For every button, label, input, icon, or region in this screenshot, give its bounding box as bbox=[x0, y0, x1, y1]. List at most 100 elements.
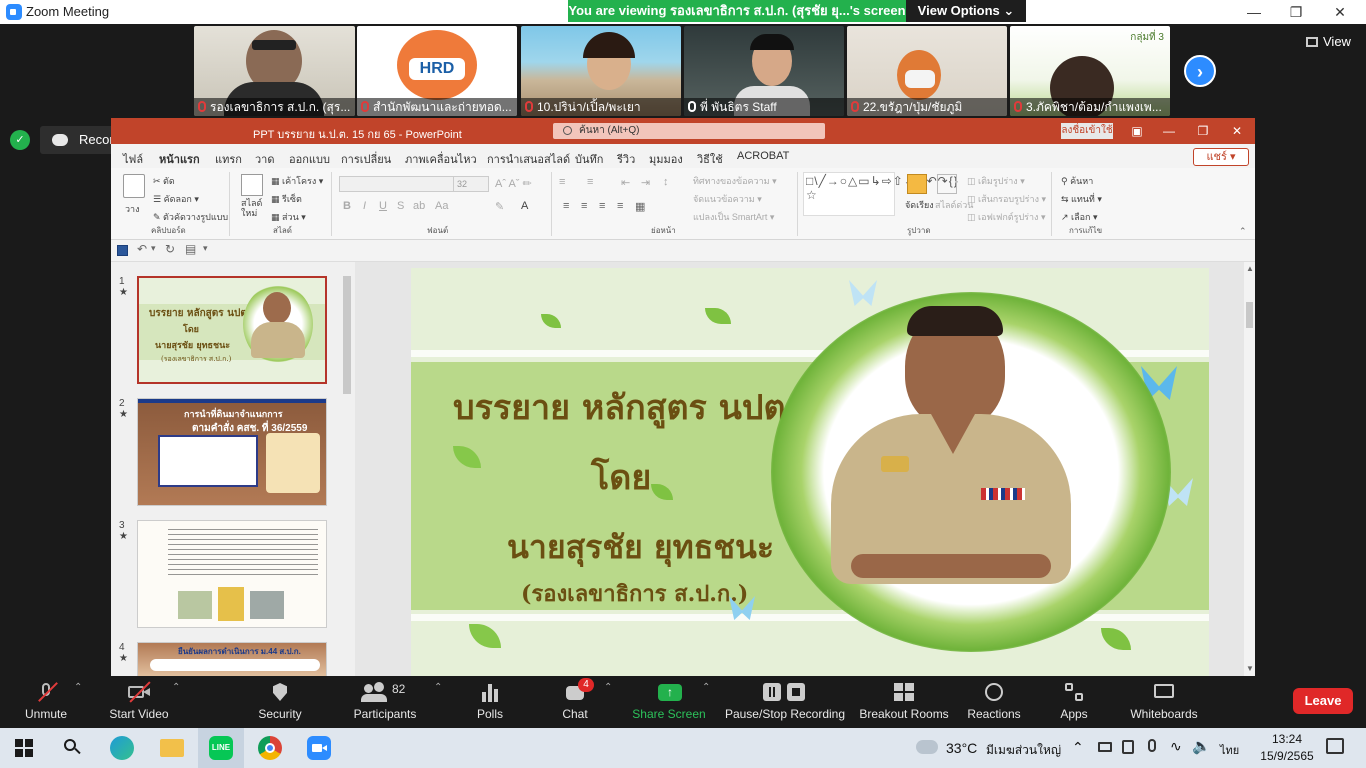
tab-transitions[interactable]: การเปลี่ยน bbox=[341, 150, 391, 168]
font-color-icon[interactable]: A bbox=[521, 200, 528, 212]
grow-font-icon[interactable]: Aˆ Aˇ ✏ bbox=[495, 177, 532, 190]
current-slide[interactable]: บรรยาย หลักสูตร นปต. โดย นายสุรชัย ยุทธช… bbox=[411, 268, 1209, 676]
participant-video-tile[interactable]: พี่ พันธิตร Staff bbox=[684, 26, 844, 116]
format-painter-button[interactable]: ✎ ตัวคัดวางรูปแบบ bbox=[153, 210, 228, 224]
tab-help[interactable]: วิธีใช้ bbox=[697, 150, 723, 168]
arrange-label[interactable]: จัดเรียง bbox=[905, 198, 934, 212]
layout-button[interactable]: ▦ เค้าโครง ▾ bbox=[271, 174, 323, 188]
share-screen-button[interactable]: ↑ Share Screen bbox=[632, 682, 706, 721]
decrease-indent-icon[interactable]: ⇤ bbox=[621, 176, 630, 189]
tab-review[interactable]: รีวิว bbox=[617, 150, 635, 168]
shapes-gallery[interactable]: □\╱→○△▭↳⇨⇧⇩♡↶↷{}☆ bbox=[803, 172, 958, 216]
slide-title-line3[interactable]: นายสุรชัย ยุทธชนะ bbox=[507, 522, 774, 573]
scrollbar-thumb[interactable] bbox=[343, 276, 351, 394]
ppt-minimize-button[interactable]: — bbox=[1155, 122, 1183, 140]
weather-text[interactable]: มีเมฆส่วนใหญ่ bbox=[986, 741, 1061, 760]
ppt-signin-button[interactable]: ลงชื่อเข้าใช้ bbox=[1061, 123, 1113, 139]
tab-insert[interactable]: แทรก bbox=[215, 150, 242, 168]
share-options-caret[interactable]: ⌃ bbox=[702, 682, 710, 693]
view-button[interactable]: View bbox=[1306, 34, 1351, 49]
leave-button[interactable]: Leave bbox=[1293, 688, 1353, 714]
slides-panel-scrollbar[interactable] bbox=[341, 264, 353, 676]
participants-options-caret[interactable]: ⌃ bbox=[434, 682, 442, 693]
tab-file[interactable]: ไฟล์ bbox=[123, 150, 143, 168]
ppt-search-box[interactable]: ค้นหา (Alt+Q) bbox=[553, 123, 825, 139]
collapse-ribbon-icon[interactable]: ⌃ bbox=[1239, 226, 1247, 237]
security-button[interactable]: Security bbox=[254, 682, 306, 721]
find-button[interactable]: ⚲ ค้นหา bbox=[1061, 174, 1093, 188]
slide-title-line2[interactable]: โดย bbox=[591, 450, 651, 504]
customize-qat-icon[interactable]: ▾ bbox=[203, 243, 208, 254]
temperature[interactable]: 33°C bbox=[946, 740, 977, 756]
align-right-icon[interactable]: ≡ bbox=[599, 200, 605, 212]
slide-thumbnail-4[interactable]: ยืนยันผลการดำเนินการ ม.44 ส.ป.ก. bbox=[137, 642, 327, 676]
view-options-button[interactable]: View Options ⌄ bbox=[906, 0, 1026, 22]
paste-icon[interactable] bbox=[123, 174, 145, 198]
save-icon[interactable] bbox=[117, 245, 128, 256]
tab-acrobat[interactable]: ACROBAT bbox=[737, 150, 789, 162]
redo-icon[interactable]: ↻ bbox=[165, 242, 175, 256]
close-button[interactable]: ✕ bbox=[1326, 2, 1354, 22]
participant-video-tile[interactable]: 22.ขรัฎา/ปุ่ม/ชัยภูมิ bbox=[847, 26, 1007, 116]
paste-label[interactable]: วาง bbox=[125, 202, 140, 216]
tab-record[interactable]: บันทึก bbox=[575, 150, 603, 168]
underline-button[interactable]: U bbox=[379, 200, 387, 212]
reactions-button[interactable]: Reactions bbox=[966, 682, 1022, 721]
columns-icon[interactable]: ▦ bbox=[635, 200, 645, 213]
audio-options-caret[interactable]: ⌃ bbox=[74, 682, 82, 693]
italic-button[interactable]: I bbox=[363, 200, 366, 212]
tray-expand-icon[interactable]: ⌃ bbox=[1072, 739, 1084, 756]
quick-styles-icon[interactable] bbox=[937, 174, 957, 194]
video-options-caret[interactable]: ⌃ bbox=[172, 682, 180, 693]
shape-fill-button[interactable]: ◫ เติมรูปร่าง ▾ bbox=[967, 174, 1025, 188]
text-direction-button[interactable]: ทิศทางของข้อความ ▾ bbox=[693, 174, 777, 188]
shape-effects-button[interactable]: ◫ เอฟเฟกต์รูปร่าง ▾ bbox=[967, 210, 1045, 224]
tab-slideshow[interactable]: การนำเสนอสไลด์ bbox=[487, 150, 570, 168]
cut-button[interactable]: ✂ ตัด bbox=[153, 174, 175, 188]
convert-smartart-button[interactable]: แปลงเป็น SmartArt ▾ bbox=[693, 210, 774, 224]
reset-button[interactable]: ▦ รีเซ็ต bbox=[271, 192, 302, 206]
wifi-icon[interactable]: ∿ bbox=[1170, 738, 1182, 755]
editor-scrollbar[interactable]: ▲ ▼ bbox=[1244, 262, 1255, 676]
slide-thumbnail-3[interactable] bbox=[137, 520, 327, 628]
encryption-shield-icon[interactable]: ✓ bbox=[10, 130, 30, 150]
slide-title-line4[interactable]: (รองเลขาธิการ ส.ป.ก.) bbox=[521, 576, 748, 611]
replace-button[interactable]: ⇆ แทนที่ ▾ bbox=[1061, 192, 1102, 206]
scroll-down-icon[interactable]: ▼ bbox=[1246, 664, 1254, 673]
strikethrough-button[interactable]: S bbox=[397, 200, 404, 212]
volume-icon[interactable]: 🔈 bbox=[1192, 737, 1211, 755]
align-left-icon[interactable]: ≡ bbox=[563, 200, 569, 212]
pause-stop-recording-button[interactable]: Pause/Stop Recording bbox=[724, 682, 846, 721]
microphone-icon[interactable] bbox=[1148, 739, 1156, 752]
change-case-icon[interactable]: Aa bbox=[435, 200, 448, 212]
apps-button[interactable]: Apps bbox=[1056, 682, 1092, 721]
participant-video-tile[interactable]: กลุ่มที่ 3 3.ภัคพิชา/ต้อม/กำแพงเพ... bbox=[1010, 26, 1170, 116]
line-spacing-icon[interactable]: ↕ bbox=[663, 176, 669, 188]
bold-button[interactable]: B bbox=[343, 200, 351, 212]
polls-button[interactable]: Polls bbox=[472, 682, 508, 721]
shape-outline-button[interactable]: ◫ เส้นกรอบรูปร่าง ▾ bbox=[967, 192, 1046, 206]
char-spacing-icon[interactable]: ab bbox=[413, 200, 425, 212]
ppt-restore-button[interactable]: ❐ bbox=[1189, 122, 1217, 140]
highlight-icon[interactable]: ✎ bbox=[495, 200, 504, 213]
scrollbar-thumb[interactable] bbox=[1246, 302, 1253, 328]
slide-title-line1[interactable]: บรรยาย หลักสูตร นปต. bbox=[453, 380, 797, 434]
increase-indent-icon[interactable]: ⇥ bbox=[641, 176, 650, 189]
undo-icon[interactable]: ↶ bbox=[137, 242, 147, 256]
start-video-button[interactable]: Start Video bbox=[104, 681, 174, 721]
slide-thumbnail-1[interactable]: บรรยาย หลักสูตร นปต. โดย นายสุรชัย ยุทธช… bbox=[137, 276, 327, 384]
minimize-button[interactable]: — bbox=[1240, 2, 1268, 22]
slide-thumbnail-2[interactable]: การนำที่ดินมาจำแนกการ ตามคำสั่ง คสช. ที่… bbox=[137, 398, 327, 506]
maximize-button[interactable]: ❐ bbox=[1282, 2, 1310, 22]
device-icon[interactable] bbox=[1122, 740, 1134, 754]
ribbon-display-icon[interactable]: ▣ bbox=[1123, 122, 1151, 140]
font-size-dropdown[interactable]: 32 bbox=[453, 176, 489, 192]
battery-icon[interactable] bbox=[1098, 742, 1112, 752]
language-indicator[interactable]: ไทย bbox=[1220, 741, 1239, 759]
copy-button[interactable]: ☰ คัดลอก ▾ bbox=[153, 192, 199, 206]
participant-video-tile[interactable]: HRD สำนักพัฒนาและถ่ายทอด... bbox=[357, 26, 517, 116]
unmute-button[interactable]: Unmute bbox=[18, 682, 74, 721]
align-center-icon[interactable]: ≡ bbox=[581, 200, 587, 212]
tab-draw[interactable]: วาด bbox=[255, 150, 275, 168]
justify-icon[interactable]: ≡ bbox=[617, 200, 623, 212]
